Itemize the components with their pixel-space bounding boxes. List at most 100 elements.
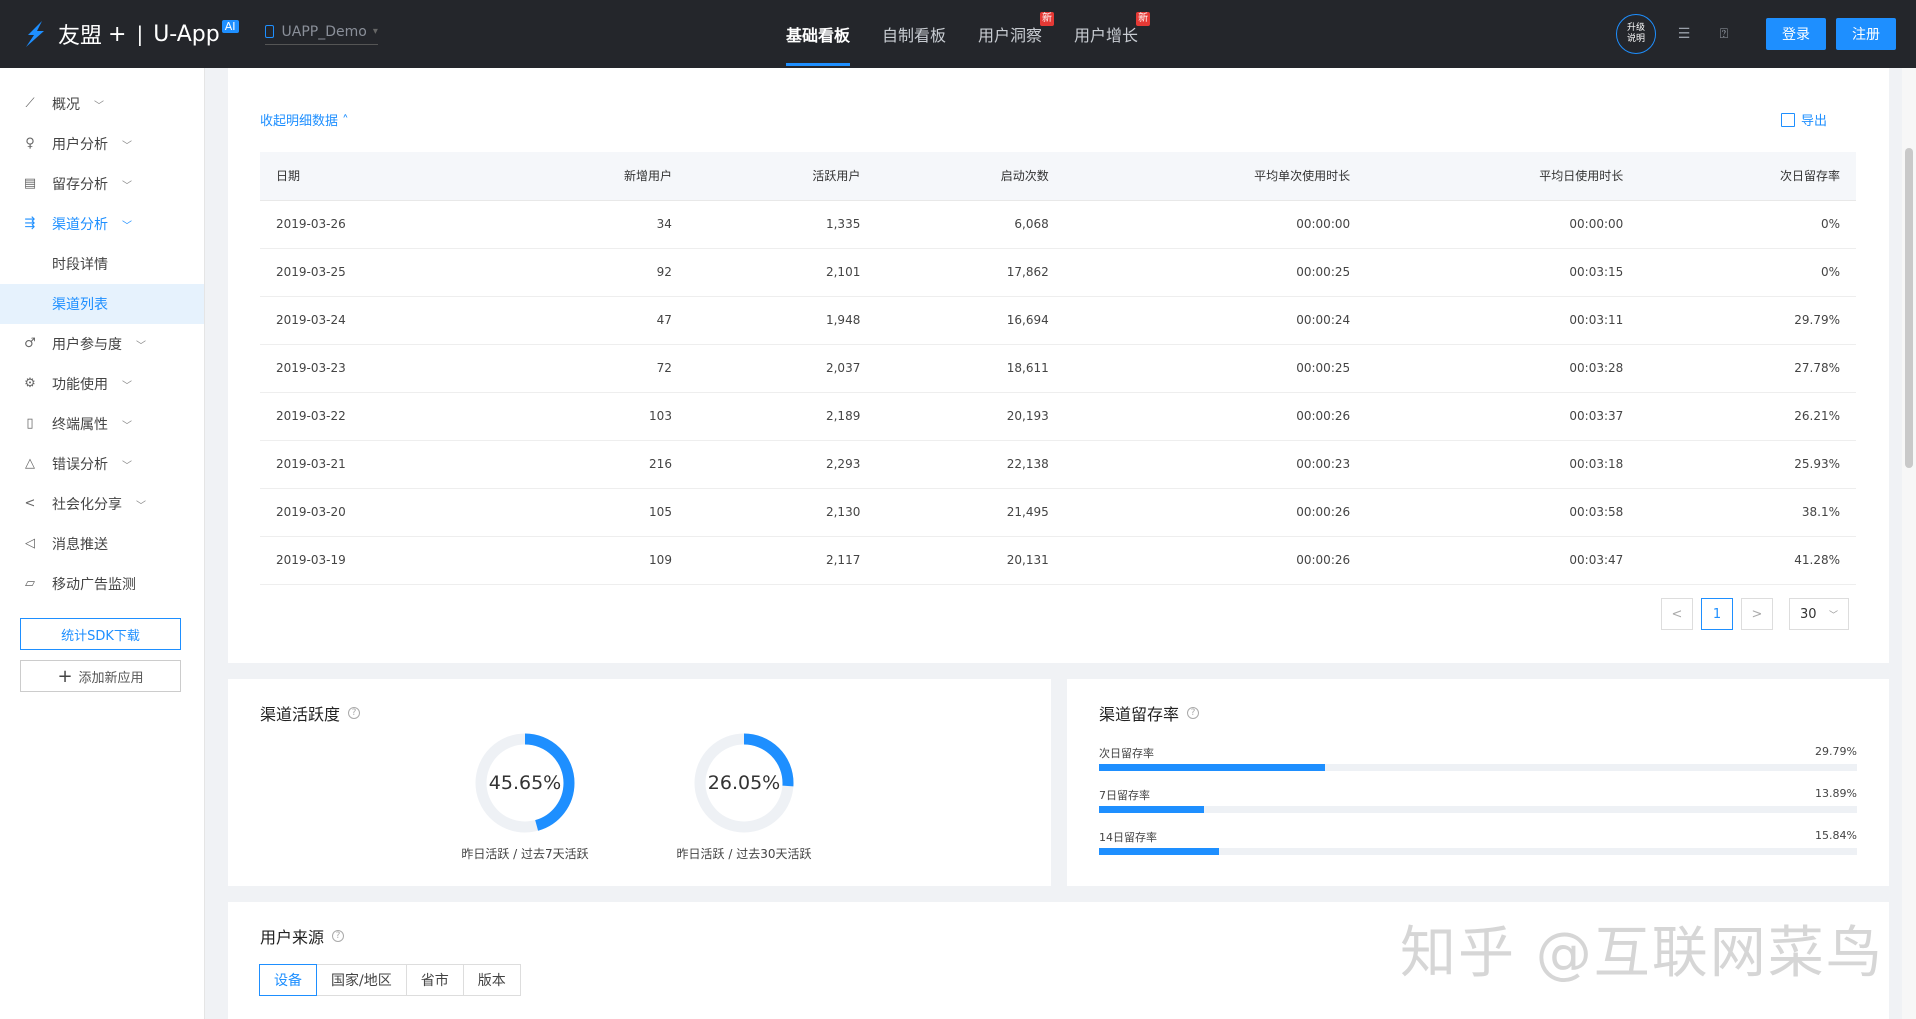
page-size-select[interactable]: 30 ﹀ (1789, 598, 1849, 630)
app-selector[interactable]: UAPP_Demo ▾ (264, 23, 378, 45)
tab-version[interactable]: 版本 (462, 964, 521, 996)
page-size-value: 30 (1800, 606, 1817, 622)
scrollbar[interactable] (1902, 68, 1916, 1019)
sidebar-item-push[interactable]: ◁ 消息推送 (0, 524, 204, 564)
help-icon[interactable]: ? (332, 930, 345, 942)
upgrade-info-button[interactable]: 升级 说明 (1616, 14, 1656, 54)
scrollbar-thumb[interactable] (1905, 148, 1913, 468)
sidebar-item-overview[interactable]: ⟋ 概况 ﹀ (0, 84, 204, 124)
device-icon: ▯ (26, 416, 34, 431)
table-cell: 2019-03-21 (260, 440, 500, 489)
list-icon[interactable]: ☰ (1676, 26, 1692, 42)
table-cell: 1,948 (687, 296, 877, 345)
nav-custom-dashboard[interactable]: 自制看板 (866, 0, 962, 68)
app-name: UAPP_Demo (281, 23, 367, 40)
tab-device[interactable]: 设备 (259, 964, 317, 996)
channel-activity-title: 渠道活跃度? (260, 701, 361, 725)
detail-data-card: 收起明细数据 ˄ 导出 日期 新增用户 活跃用户 启动次数 平均单次使用时长 平均日使用时… (228, 68, 1889, 663)
brand-separator: | (136, 22, 144, 46)
table-cell: 2,189 (687, 392, 877, 441)
help-icon[interactable]: ? (1187, 707, 1200, 719)
sidebar-item-label: 错误分析 (52, 457, 108, 473)
donut-30day-label: 昨日活跃 / 过去30天活跃 (676, 847, 812, 861)
donut-7day-label: 昨日活跃 / 过去7天活跃 (461, 847, 589, 861)
logo[interactable]: 友盟 + | U-App AI (20, 18, 239, 50)
sidebar-item-social-share[interactable]: < 社会化分享 ﹀ (0, 484, 204, 524)
nav-basic-dashboard[interactable]: 基础看板 (770, 0, 866, 68)
chart-line-icon: ⟋ (25, 96, 35, 111)
sidebar-item-label: 社会化分享 (52, 497, 122, 513)
table-cell: 00:03:58 (1366, 488, 1640, 537)
new-badge: 新 (1040, 12, 1055, 26)
retention-label: 7日留存率 (1099, 789, 1150, 802)
help-icon[interactable]: ? (348, 707, 361, 719)
sidebar-item-errors[interactable]: △ 错误分析 ﹀ (0, 444, 204, 484)
column-header: 启动次数 (876, 152, 1065, 201)
nav-user-growth[interactable]: 用户增长新 (1058, 0, 1154, 68)
table-row: 2019-03-24 47 1,948 16,694 00:00:24 00:03:11 2… (260, 296, 1856, 345)
pagination: < 1 > 30 ﹀ (1653, 598, 1849, 630)
add-app-button[interactable]: + 添加新应用 (20, 660, 181, 692)
prev-page-button[interactable]: < (1661, 598, 1693, 630)
export-button[interactable]: 导出 (1780, 110, 1827, 129)
card-title-text: 渠道留存率 (1099, 705, 1180, 724)
sidebar-subitem-channel-list[interactable]: 渠道列表 (0, 284, 204, 324)
column-header: 平均单次使用时长 (1064, 152, 1367, 201)
retention-value: 29.79% (1815, 745, 1857, 758)
chevron-down-icon: ﹀ (122, 420, 132, 432)
table-header-row: 日期 新增用户 活跃用户 启动次数 平均单次使用时长 平均日使用时长 次日留存率 (260, 152, 1856, 201)
calendar-icon: ▤ (23, 176, 37, 191)
sidebar-item-retention[interactable]: ▤ 留存分析 ﹀ (0, 164, 204, 204)
table-cell: 29.79% (1639, 296, 1856, 345)
table-cell: 17,862 (876, 248, 1065, 297)
sidebar-item-ad-monitor[interactable]: ▱ 移动广告监测 (0, 564, 204, 604)
tab-country[interactable]: 国家/地区 (316, 964, 407, 996)
chevron-down-icon: ﹀ (122, 140, 132, 152)
watermark: 知乎 @互联网菜鸟 (1400, 921, 1884, 986)
table-cell: 1,335 (687, 200, 877, 249)
card-title-text: 渠道活跃度 (260, 705, 341, 724)
column-header: 日期 (260, 152, 500, 201)
engagement-icon: ♂ (24, 336, 36, 351)
table-cell: 00:03:47 (1366, 536, 1640, 585)
donut-30day-chart: 26.05% (694, 733, 794, 833)
nav-user-insight[interactable]: 用户洞察新 (962, 0, 1058, 68)
table-cell: 21,495 (876, 488, 1065, 537)
table-cell: 00:00:24 (1064, 296, 1367, 345)
tab-province[interactable]: 省市 (405, 964, 464, 996)
collapse-label: 收起明细数据 (260, 114, 339, 129)
nav-label: 用户洞察 (978, 26, 1043, 45)
chevron-down-icon: ﹀ (122, 180, 132, 192)
sdk-download-button[interactable]: 统计SDK下载 (20, 618, 181, 650)
register-button[interactable]: 注册 (1836, 18, 1896, 50)
donut-7day: 45.65% 昨日活跃 / 过去7天活跃 (435, 731, 615, 862)
card-title-text: 用户来源 (260, 928, 325, 947)
table-cell: 2019-03-22 (260, 392, 500, 441)
sidebar: ⟋ 概况 ﹀ ♀ 用户分析 ﹀ ▤ 留存分析 ﹀ ⇶ 渠道分析 ﹀ 时段详情 渠道列表 ♂ 用户参… (0, 68, 205, 1019)
login-button[interactable]: 登录 (1766, 18, 1826, 50)
page-number-button[interactable]: 1 (1701, 598, 1733, 630)
chevron-down-icon: ﹀ (122, 380, 132, 392)
retention-label: 次日留存率 (1099, 747, 1154, 760)
table-cell: 00:00:26 (1064, 536, 1367, 585)
table-row: 2019-03-19 109 2,117 20,131 00:00:26 00:03:47… (260, 536, 1856, 585)
channel-icon: ⇶ (24, 216, 36, 231)
upgrade-line1: 升级 (1626, 23, 1645, 33)
sidebar-item-channel[interactable]: ⇶ 渠道分析 ﹀ (0, 204, 204, 244)
table-cell: 26.21% (1639, 392, 1856, 441)
table-cell: 216 (499, 440, 688, 489)
sidebar-item-engagement[interactable]: ♂ 用户参与度 ﹀ (0, 324, 204, 364)
collapse-detail-link[interactable]: 收起明细数据 ˄ (260, 110, 349, 129)
sidebar-item-feature-usage[interactable]: ⚙ 功能使用 ﹀ (0, 364, 204, 404)
sidebar-item-user-analysis[interactable]: ♀ 用户分析 ﹀ (0, 124, 204, 164)
sidebar-item-device[interactable]: ▯ 终端属性 ﹀ (0, 404, 204, 444)
retention-bar (1099, 764, 1857, 771)
sidebar-item-label: 功能使用 (52, 377, 108, 393)
next-page-button[interactable]: > (1741, 598, 1773, 630)
table-cell: 16,694 (876, 296, 1065, 345)
table-cell: 00:00:25 (1064, 344, 1367, 393)
user-source-title: 用户来源? (260, 924, 345, 948)
table-cell: 00:03:15 (1366, 248, 1640, 297)
help-icon[interactable]: ⍰ (1716, 26, 1732, 42)
sidebar-subitem-period-detail[interactable]: 时段详情 (0, 244, 204, 284)
